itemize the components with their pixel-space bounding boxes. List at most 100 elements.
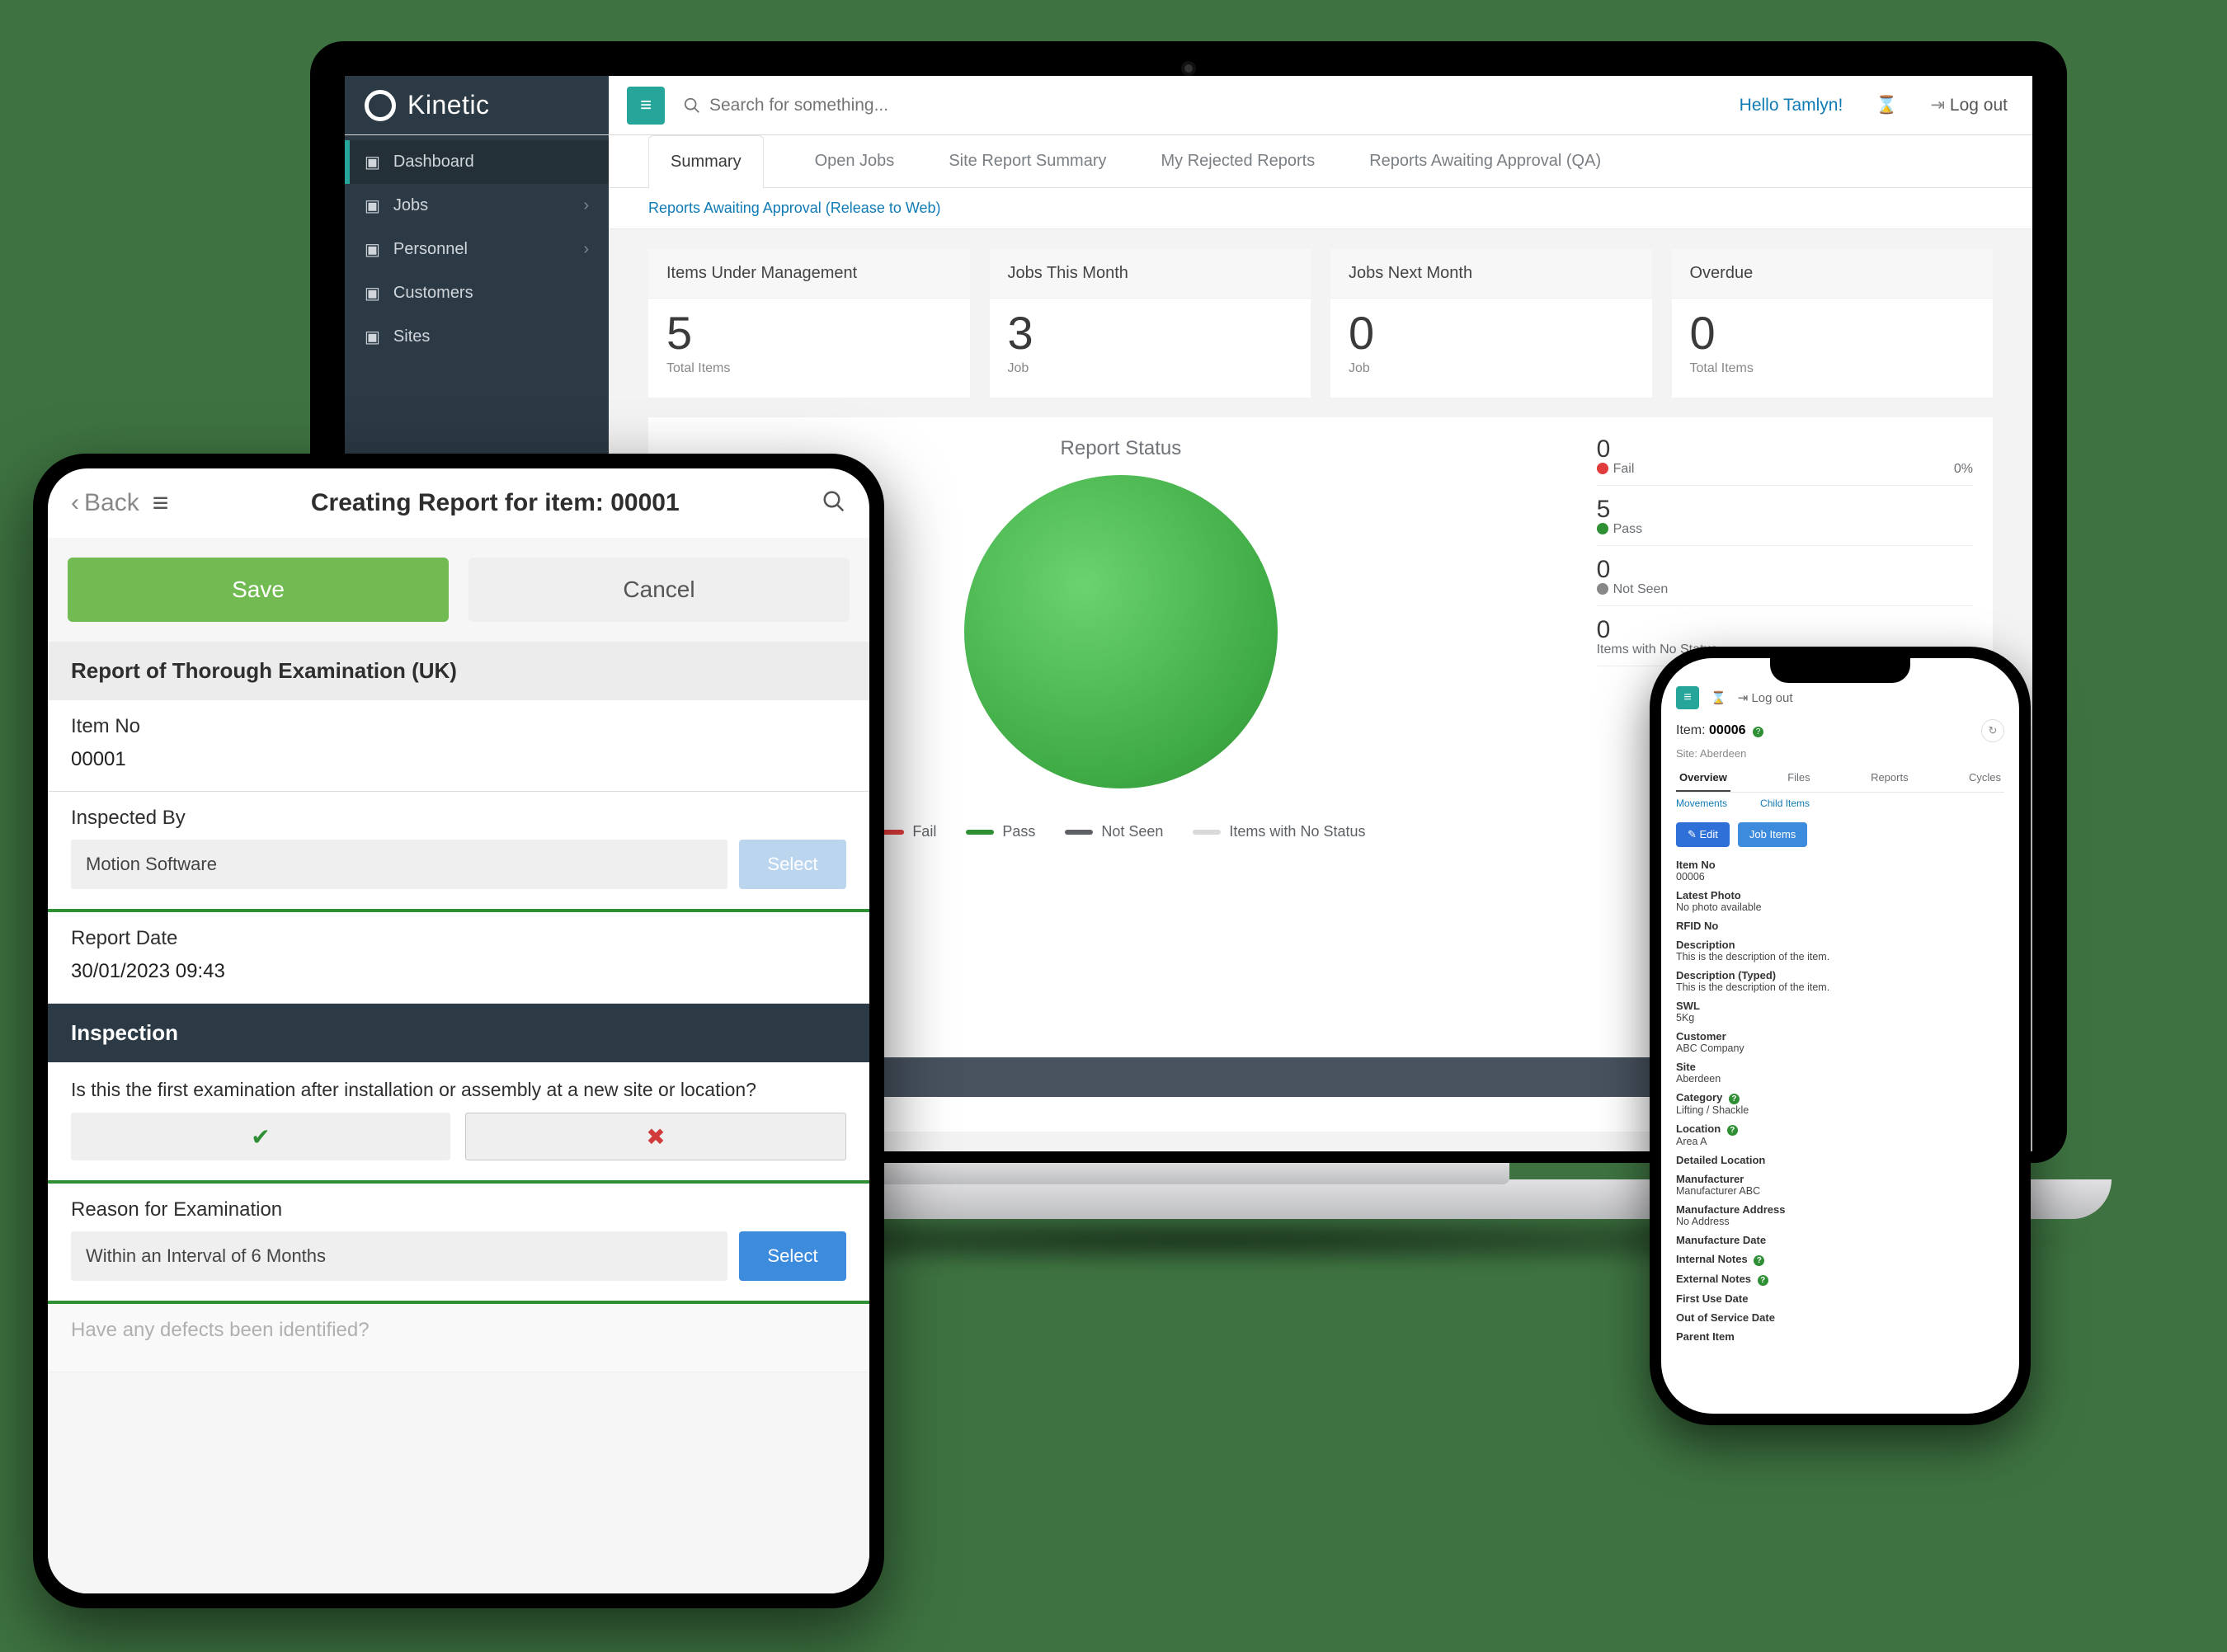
answer-no-button[interactable]: ✖ [465,1113,846,1160]
tab-reports-awaiting-approval-qa-[interactable]: Reports Awaiting Approval (QA) [1366,135,1604,187]
detail-field: RFID No [1676,920,2004,932]
detail-field: Category ?Lifting / Shackle [1676,1091,2004,1116]
detail-field: External Notes ? [1676,1273,2004,1286]
tab-open-jobs[interactable]: Open Jobs [812,135,898,187]
detail-field: Location ?Area A [1676,1123,2004,1147]
sidebar-item-dashboard[interactable]: ▣Dashboard [345,140,609,184]
nav-icon: ▣ [365,152,380,172]
reason-select-button[interactable]: Select [739,1231,846,1281]
detail-field: DescriptionThis is the description of th… [1676,939,2004,962]
chart-legend: Fail Pass Not Seen Items with No Status [876,823,1365,840]
phone-logout-link[interactable]: ⇥ Log out [1738,690,1793,705]
status-row: 5Pass [1597,497,1973,546]
save-button[interactable]: Save [68,558,449,622]
tab-summary[interactable]: Summary [648,135,764,188]
brand: Kinetic [345,76,609,134]
cancel-button[interactable]: Cancel [468,558,850,622]
item-site: Site: Aberdeen [1676,747,2004,760]
tab-my-rejected-reports[interactable]: My Rejected Reports [1157,135,1318,187]
sidebar-item-sites[interactable]: ▣Sites [345,315,609,359]
legend-pass: Pass [966,823,1035,840]
field-inspected-by: Inspected By Motion Software Select [48,792,869,912]
field-reason: Reason for Examination Within an Interva… [48,1184,869,1304]
tablet-search-button[interactable] [822,489,846,518]
summary-cards: Items Under Management5Total ItemsJobs T… [609,229,2032,417]
sidebar-item-jobs[interactable]: ▣Jobs› [345,184,609,228]
inspected-select-button[interactable]: Select [739,840,846,889]
subtab-link[interactable]: Reports Awaiting Approval (Release to We… [609,188,2032,229]
reason-input[interactable]: Within an Interval of 6 Months [71,1231,727,1281]
detail-field: Out of Service Date [1676,1311,2004,1324]
detail-field: SWL5Kg [1676,1000,2004,1024]
sidebar-item-customers[interactable]: ▣Customers [345,271,609,315]
subtab-movements[interactable]: Movements [1676,798,1727,809]
menu-icon[interactable]: ≡ [153,487,169,520]
item-tab-files[interactable]: Files [1784,765,1813,792]
hourglass-icon[interactable]: ⌛ [1876,96,1897,115]
summary-card[interactable]: Overdue0Total Items [1672,249,1994,398]
sidebar-toggle-button[interactable]: ≡ [627,87,665,125]
subtab-child-items[interactable]: Child Items [1760,798,1810,809]
summary-card[interactable]: Items Under Management5Total Items [648,249,970,398]
legend-fail: Fail [876,823,936,840]
info-icon[interactable]: ? [1754,1255,1764,1266]
detail-field: SiteAberdeen [1676,1061,2004,1085]
brand-name: Kinetic [407,90,490,120]
detail-field: Parent Item [1676,1330,2004,1343]
question-first-exam: Is this the first examination after inst… [48,1062,869,1184]
detail-field: Detailed Location [1676,1154,2004,1166]
report-status-pie-chart [964,475,1278,788]
hamburger-icon: ≡ [640,94,652,117]
nav-icon: ▣ [365,195,380,216]
refresh-button[interactable]: ↻ [1981,719,2004,742]
global-search[interactable] [683,96,1006,115]
phone-notch [1770,658,1910,683]
item-tab-overview[interactable]: Overview [1676,765,1730,792]
status-row: 0Fail0% [1597,437,1973,486]
detail-field: ManufacturerManufacturer ABC [1676,1173,2004,1197]
detail-field: Manufacture Date [1676,1234,2004,1246]
job-items-button[interactable]: Job Items [1738,822,1807,847]
item-subtabs: Movements Child Items [1676,793,2004,814]
hourglass-icon[interactable]: ⌛ [1711,690,1726,705]
check-icon: ✔ [251,1123,270,1151]
detail-field: CustomerABC Company [1676,1030,2004,1054]
back-button[interactable]: ‹ Back [71,489,139,517]
section-inspection-header: Inspection [48,1004,869,1062]
legend-notseen: Not Seen [1065,823,1163,840]
item-tab-cycles[interactable]: Cycles [1966,765,2004,792]
nav-icon: ▣ [365,239,380,260]
info-icon[interactable]: ? [1753,727,1763,737]
sidebar-item-personnel[interactable]: ▣Personnel› [345,228,609,271]
status-breakdown: 0Fail0%5Pass0Not Seen0Items with No Stat… [1597,437,1973,666]
info-icon[interactable]: ? [1727,1125,1738,1136]
tablet-title: Creating Report for item: 00001 [169,489,822,517]
item-tab-reports[interactable]: Reports [1867,765,1912,792]
search-icon [683,96,701,115]
search-icon [822,489,846,514]
question-defects: Have any defects been identified? [48,1304,869,1372]
app-header: Kinetic ≡ Hello Tamlyn! ⌛ ⇥ Log out [345,76,2032,135]
cross-icon: ✖ [646,1123,665,1151]
section-report-header: Report of Thorough Examination (UK) [48,642,869,700]
field-item-no: Item No 00001 [48,700,869,792]
info-icon[interactable]: ? [1758,1275,1768,1286]
logout-icon: ⇥ [1930,96,1949,115]
search-input[interactable] [709,96,1006,115]
detail-field: Manufacture AddressNo Address [1676,1203,2004,1227]
legend-nostatus: Items with No Status [1193,823,1365,840]
info-icon[interactable]: ? [1729,1094,1740,1104]
inspected-by-input[interactable]: Motion Software [71,840,727,889]
detail-field: First Use Date [1676,1292,2004,1305]
edit-button[interactable]: ✎ Edit [1676,822,1730,847]
logout-link[interactable]: ⇥ Log out [1930,95,2008,115]
tab-site-report-summary[interactable]: Site Report Summary [945,135,1109,187]
field-report-date: Report Date 30/01/2023 09:43 [48,912,869,1004]
nav-icon: ▣ [365,327,380,347]
greeting[interactable]: Hello Tamlyn! [1740,96,1843,115]
phone-menu-button[interactable]: ≡ [1676,686,1699,709]
summary-card[interactable]: Jobs This Month3Job [990,249,1311,398]
summary-card[interactable]: Jobs Next Month0Job [1330,249,1652,398]
tablet-header: ‹ Back ≡ Creating Report for item: 00001 [48,468,869,538]
answer-yes-button[interactable]: ✔ [71,1113,450,1160]
